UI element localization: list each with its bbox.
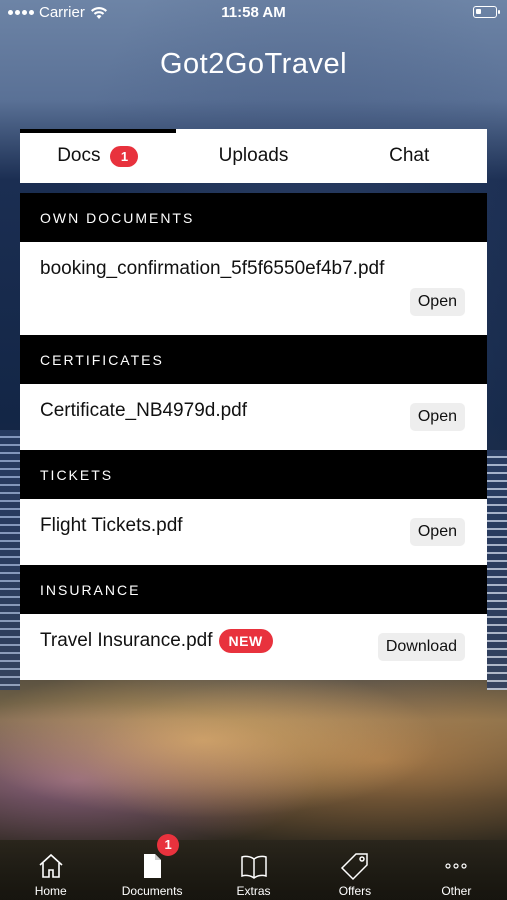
section-header-own-documents: OWN DOCUMENTS <box>20 193 487 242</box>
document-icon <box>144 854 162 878</box>
tabbar-label: Other <box>441 884 472 898</box>
document-name: booking_confirmation_5f5f6550ef4b7.pdf <box>40 258 385 279</box>
tabbar-label: Home <box>34 884 67 898</box>
tabbar-item-offers[interactable]: Offers <box>304 840 405 900</box>
document-row-certificate: Certificate_NB4979d.pdf Open <box>20 384 487 450</box>
tabbar-documents-badge: 1 <box>157 834 180 856</box>
open-button[interactable]: Open <box>409 403 465 431</box>
tabbar-label: Documents <box>121 884 183 898</box>
tabbar-label: Offers <box>338 884 372 898</box>
tabbar-item-other[interactable]: Other <box>406 840 507 900</box>
tabbar-item-home[interactable]: Home <box>0 840 101 900</box>
tag-icon <box>340 853 368 881</box>
home-icon <box>39 853 63 878</box>
background-building <box>487 450 507 690</box>
tabbar-label: Extras <box>236 884 271 898</box>
status-bar: Carrier 11:58 AM <box>0 0 507 26</box>
tab-chat[interactable]: Chat <box>331 129 487 183</box>
section-header-certificates: CERTIFICATES <box>20 335 487 384</box>
document-name: Travel Insurance.pdf <box>40 630 213 652</box>
tab-docs[interactable]: Docs 1 <box>20 129 176 183</box>
open-button[interactable]: Open <box>409 288 465 316</box>
tabbar-item-documents[interactable]: 1 Documents <box>101 834 202 900</box>
section-header-tickets: TICKETS <box>20 450 487 499</box>
bottom-tab-bar: Home 1 Documents Extras Offers Other <box>0 834 507 900</box>
more-icon <box>445 863 467 869</box>
tab-docs-label: Docs <box>57 145 101 166</box>
tabbar-item-extras[interactable]: Extras <box>203 840 304 900</box>
document-name: Flight Tickets.pdf <box>40 515 183 536</box>
document-name-wrapper: Travel Insurance.pdf NEW <box>40 629 273 653</box>
document-row-booking: booking_confirmation_5f5f6550ef4b7.pdf O… <box>20 242 487 335</box>
tab-uploads-label: Uploads <box>218 145 289 166</box>
document-row-insurance: Travel Insurance.pdf NEW Download <box>20 614 487 680</box>
tab-uploads[interactable]: Uploads <box>176 129 332 183</box>
document-tabs: Docs 1 Uploads Chat <box>20 129 487 183</box>
document-name: Certificate_NB4979d.pdf <box>40 400 248 421</box>
app-title: Got2GoTravel <box>159 48 348 80</box>
book-icon <box>240 855 267 879</box>
battery-icon <box>473 6 500 18</box>
open-button[interactable]: Open <box>409 518 465 546</box>
tab-chat-label: Chat <box>389 145 430 166</box>
tab-docs-badge: 1 <box>110 145 139 167</box>
clock: 11:58 AM <box>221 4 286 21</box>
document-row-tickets: Flight Tickets.pdf Open <box>20 499 487 565</box>
new-badge: NEW <box>218 629 273 653</box>
section-header-insurance: INSURANCE <box>20 565 487 614</box>
background-building <box>0 430 20 690</box>
download-button[interactable]: Download <box>377 633 465 661</box>
